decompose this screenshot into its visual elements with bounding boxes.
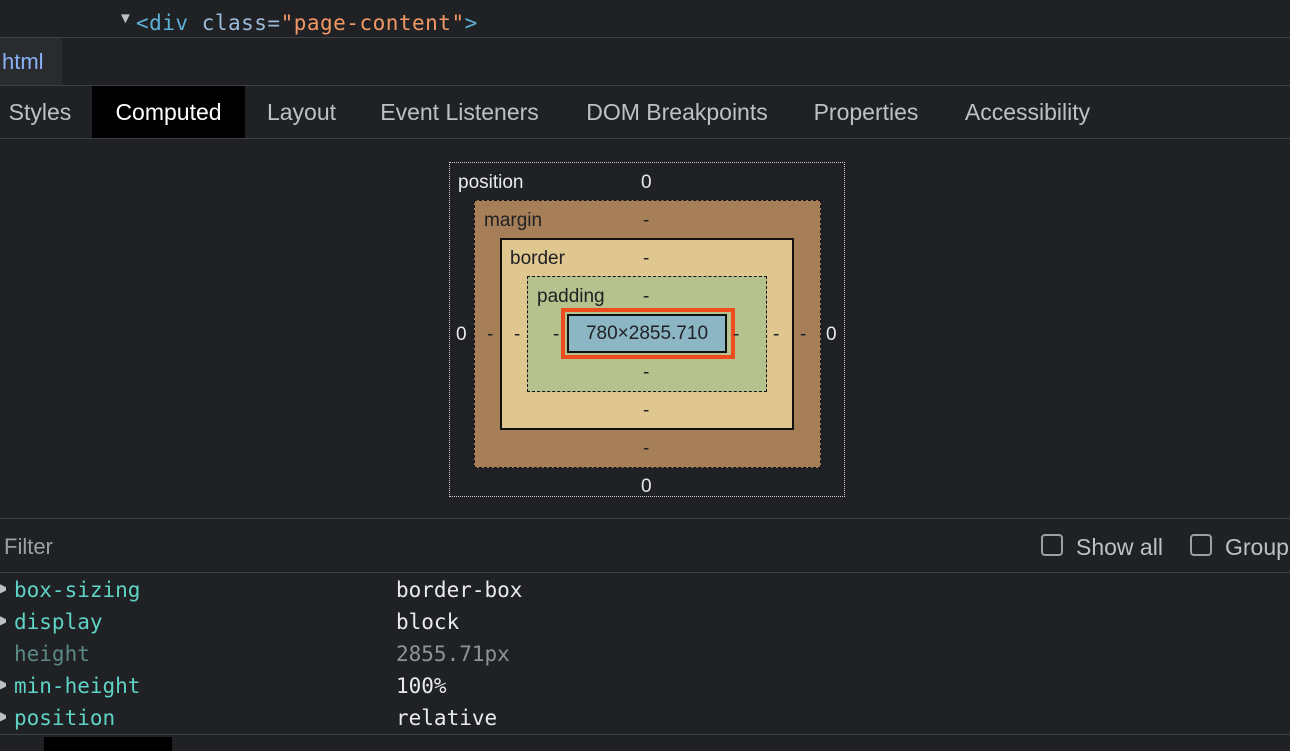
expand-arrow-icon[interactable]: ▶ bbox=[0, 677, 6, 691]
property-value: block bbox=[396, 610, 460, 634]
border-label: border bbox=[510, 248, 565, 269]
property-name: height bbox=[14, 642, 90, 666]
tab-computed[interactable]: Computed bbox=[92, 86, 245, 138]
bottom-status-bar bbox=[0, 734, 1290, 751]
property-name: box-sizing bbox=[14, 578, 141, 602]
property-value: border-box bbox=[396, 578, 523, 602]
expand-arrow-icon[interactable]: ▶ bbox=[0, 581, 6, 595]
show-all-label[interactable]: Show all bbox=[1076, 534, 1163, 561]
filter-bar: Show all Group bbox=[0, 519, 1290, 573]
padding-top-value[interactable]: - bbox=[643, 286, 649, 308]
tab-layout[interactable]: Layout bbox=[255, 86, 348, 138]
property-name: position bbox=[14, 706, 116, 730]
padding-label: padding bbox=[537, 286, 605, 307]
border-right-value[interactable]: - bbox=[773, 324, 779, 346]
padding-left-value[interactable]: - bbox=[553, 324, 559, 346]
tab-event-listeners[interactable]: Event Listeners bbox=[368, 86, 551, 138]
position-top-value[interactable]: 0 bbox=[641, 172, 652, 194]
group-label[interactable]: Group bbox=[1225, 534, 1289, 561]
margin-right-value[interactable]: - bbox=[800, 324, 806, 346]
attr-value: "page-content" bbox=[280, 11, 465, 35]
content-size[interactable]: 780×2855.710 bbox=[567, 314, 727, 353]
show-all-checkbox[interactable] bbox=[1041, 534, 1063, 556]
tag-close: > bbox=[464, 11, 478, 35]
property-name: min-height bbox=[14, 674, 141, 698]
breadcrumb: html bbox=[0, 38, 1290, 86]
border-top-value[interactable]: - bbox=[643, 248, 649, 270]
expand-arrow-icon[interactable]: ▶ bbox=[0, 613, 6, 627]
breadcrumb-item-html[interactable]: html bbox=[0, 38, 62, 85]
property-row[interactable]: ▶ box-sizing border-box bbox=[0, 575, 1290, 607]
box-model-panel: 780×2855.710 position 0 0 0 0 margin - -… bbox=[0, 139, 1290, 519]
tab-dom-breakpoints[interactable]: DOM Breakpoints bbox=[572, 86, 782, 138]
tab-accessibility[interactable]: Accessibility bbox=[950, 86, 1105, 138]
margin-top-value[interactable]: - bbox=[643, 210, 649, 232]
tag-open: <div bbox=[136, 11, 189, 35]
property-value: 100% bbox=[396, 674, 447, 698]
position-label: position bbox=[458, 172, 524, 193]
dom-node-markup: <div class="page-content"> bbox=[136, 11, 478, 35]
bottom-tab-indicator bbox=[44, 737, 172, 751]
expand-arrow-icon[interactable]: ▶ bbox=[0, 709, 6, 723]
expand-triangle-icon[interactable]: ▼ bbox=[118, 10, 133, 27]
filter-input[interactable] bbox=[2, 531, 606, 563]
padding-right-value[interactable]: - bbox=[733, 324, 739, 346]
property-name: display bbox=[14, 610, 103, 634]
margin-label: margin bbox=[484, 210, 543, 231]
border-bottom-value[interactable]: - bbox=[643, 400, 649, 422]
position-right-value[interactable]: 0 bbox=[826, 324, 837, 346]
panel-tabs: Styles Computed Layout Event Listeners D… bbox=[0, 86, 1290, 139]
tab-properties[interactable]: Properties bbox=[803, 86, 929, 138]
property-row[interactable]: height 2855.71px bbox=[0, 639, 1290, 671]
margin-bottom-value[interactable]: - bbox=[643, 438, 649, 460]
property-row[interactable]: ▶ position relative bbox=[0, 703, 1290, 735]
property-value: relative bbox=[396, 706, 498, 730]
position-left-value[interactable]: 0 bbox=[456, 324, 467, 346]
property-row[interactable]: ▶ min-height 100% bbox=[0, 671, 1290, 703]
computed-properties-list: ▶ box-sizing border-box ▶ display block … bbox=[0, 573, 1290, 734]
dom-tree-node[interactable]: ▼ <div class="page-content"> bbox=[0, 0, 1290, 38]
property-row[interactable]: ▶ display block bbox=[0, 607, 1290, 639]
padding-bottom-value[interactable]: - bbox=[643, 362, 649, 384]
tab-styles[interactable]: Styles bbox=[0, 86, 80, 138]
margin-left-value[interactable]: - bbox=[487, 324, 493, 346]
border-left-value[interactable]: - bbox=[514, 324, 520, 346]
position-bottom-value[interactable]: 0 bbox=[641, 476, 652, 498]
property-value: 2855.71px bbox=[396, 642, 510, 666]
group-checkbox[interactable] bbox=[1190, 534, 1212, 556]
attr-name: class= bbox=[188, 11, 281, 35]
